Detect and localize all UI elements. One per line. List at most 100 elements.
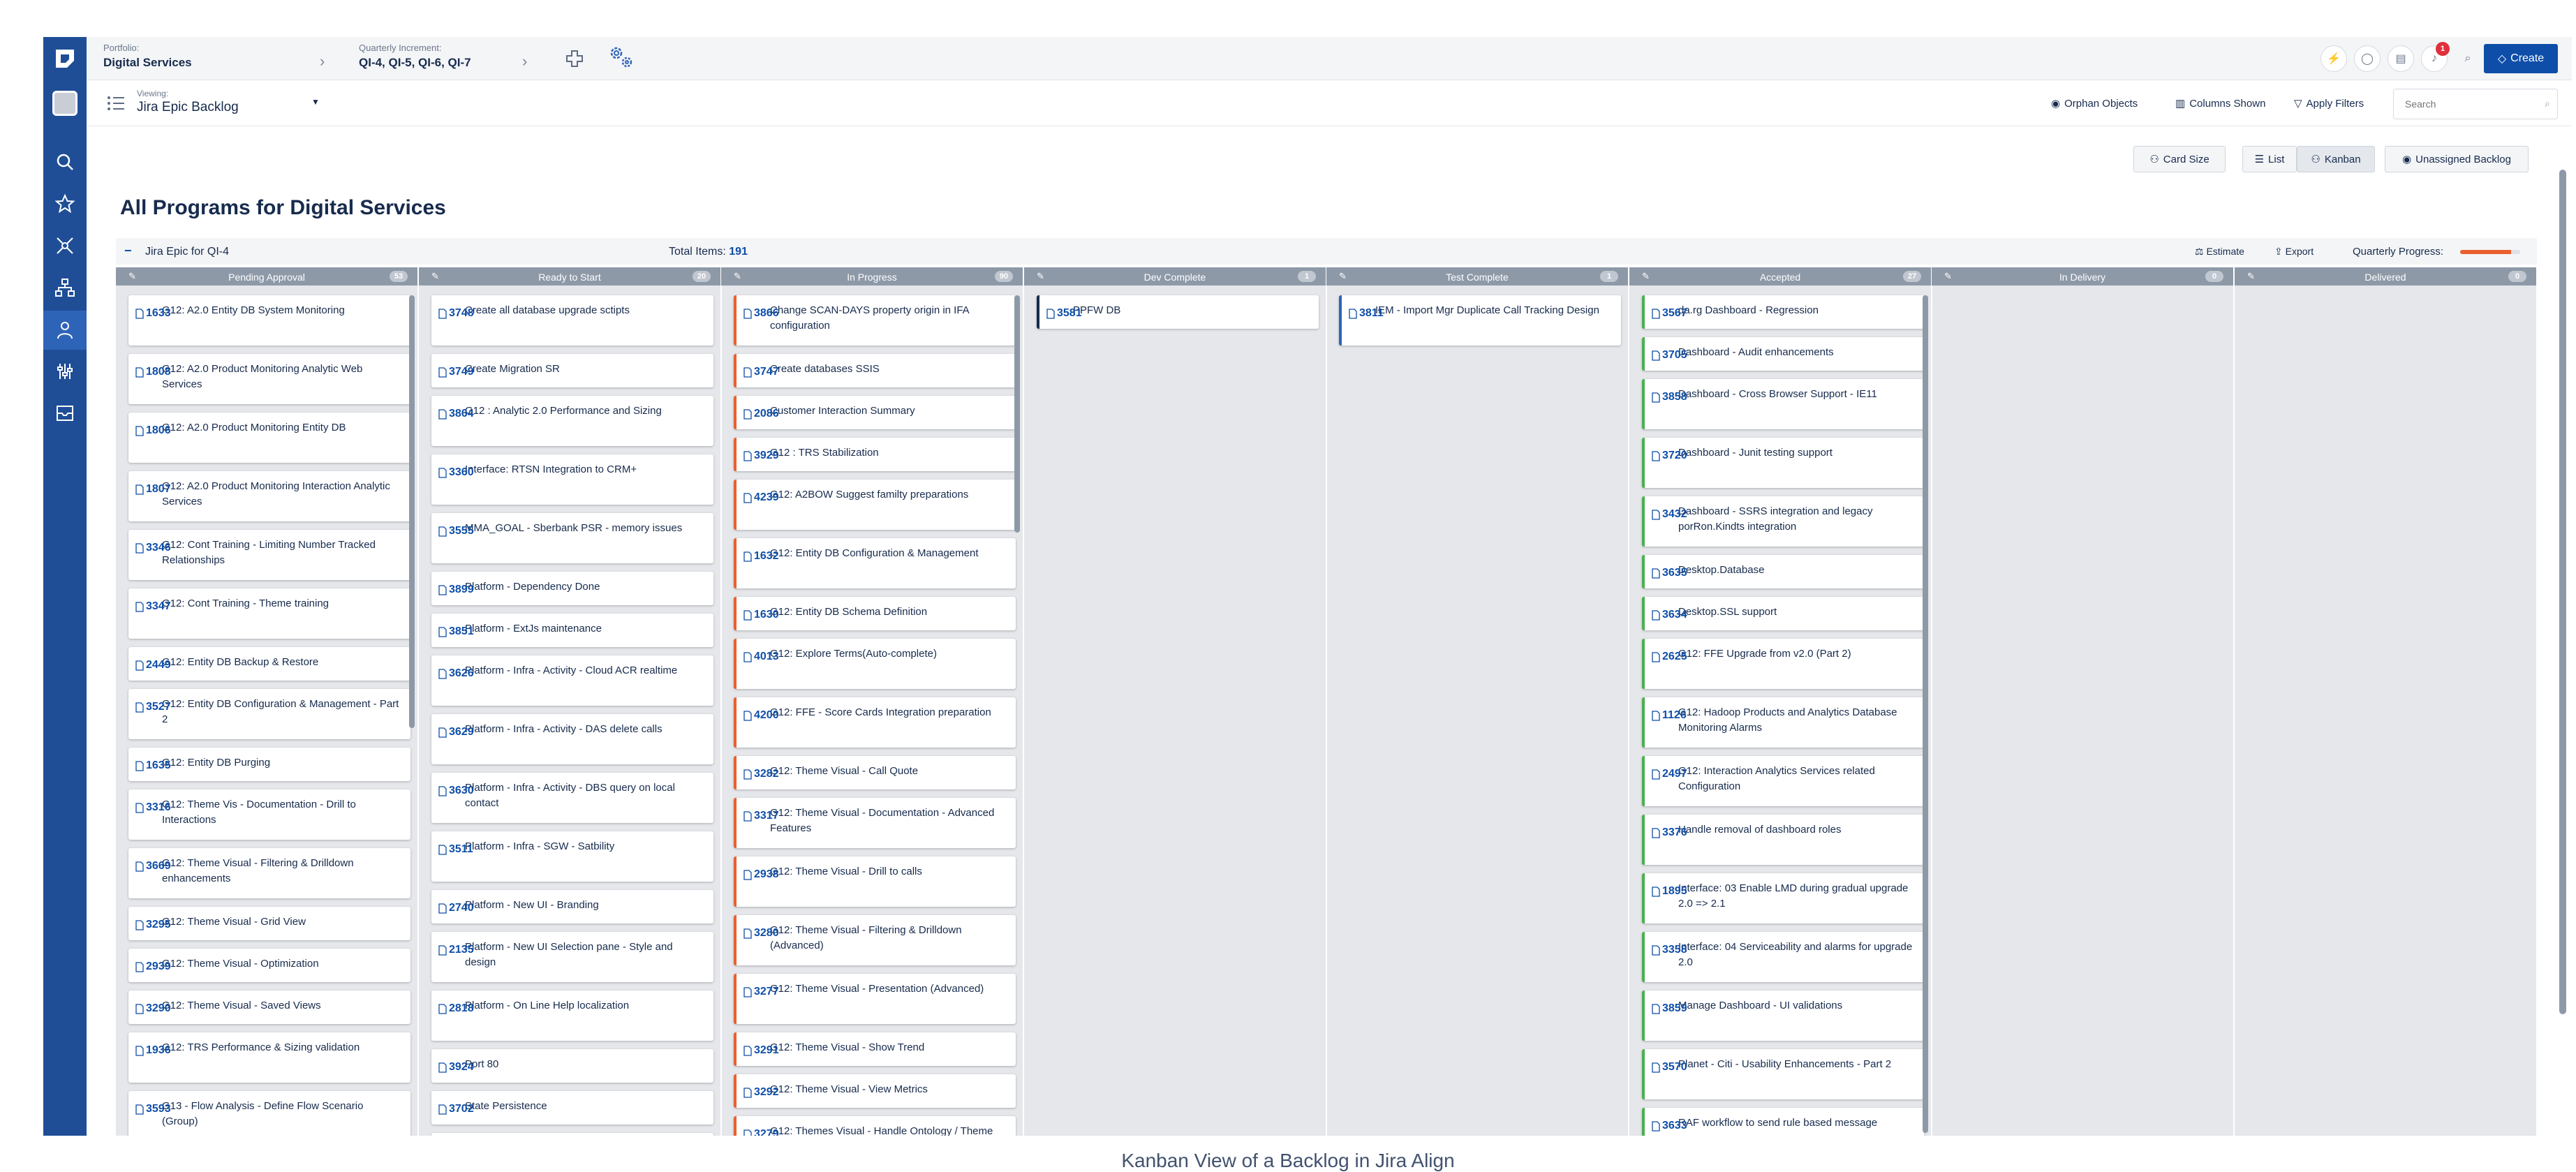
epic-card[interactable]: 3851 Platform - ExtJs maintenance	[431, 614, 713, 647]
epic-id-link[interactable]: 3555	[438, 524, 474, 539]
epic-card[interactable]: 3929 G12 : TRS Stabilization	[734, 438, 1016, 471]
epic-card[interactable]: 3316 G12: Theme Vis - Documentation - Dri…	[128, 789, 410, 840]
epic-id-link[interactable]: 3282	[743, 766, 779, 782]
epic-id-link[interactable]: 3929	[743, 448, 779, 463]
kanban-view-button[interactable]: ⚇ Kanban	[2297, 146, 2375, 172]
epic-id-link[interactable]: 3570	[1652, 1060, 1687, 1075]
epic-card[interactable]: 3866 Change SCAN-DAYS property origin in …	[734, 295, 1016, 346]
epic-id-link[interactable]: 2086	[743, 406, 779, 422]
epic-id-link[interactable]: 3851	[438, 624, 474, 639]
epic-card[interactable]: 2086 Customer Interaction Summary	[734, 396, 1016, 429]
inbox-icon[interactable]	[54, 403, 75, 424]
epic-card[interactable]: 3749 Create Migration SR	[431, 354, 713, 387]
caret-down-icon[interactable]: ▼	[311, 97, 320, 107]
epic-card[interactable]: 2497 G12: Interaction Analytics Services …	[1642, 756, 1924, 806]
epic-card[interactable]: 1936 G12: TRS Performance & Sizing valida…	[128, 1032, 410, 1083]
epic-card[interactable]: 3581 PPFW DB	[1037, 295, 1319, 329]
quarterly-increment-selector[interactable]: Quarterly Increment: QI-4, QI-5, QI-6, Q…	[359, 43, 471, 70]
epic-card[interactable]: 3669 G12: Theme Visual - Filtering & Dril…	[128, 848, 410, 898]
epic-id-link[interactable]: 2497	[1652, 766, 1687, 782]
search-icon[interactable]: ⌕	[2545, 98, 2550, 110]
epic-id-link[interactable]: 4013	[743, 649, 779, 665]
column-scrollbar[interactable]	[1923, 295, 1928, 1133]
epic-id-link[interactable]: 3581	[1046, 306, 1082, 321]
epic-id-link[interactable]: 3358	[1652, 942, 1687, 958]
epic-id-link[interactable]: 3720	[1652, 448, 1687, 463]
epic-id-link[interactable]: 3291	[743, 1043, 779, 1058]
epic-id-link[interactable]: 2939	[135, 959, 171, 974]
epic-card[interactable]: 3635 Desktop.Database	[1642, 555, 1924, 588]
epic-id-link[interactable]: 3316	[135, 800, 171, 815]
epic-card[interactable]: 1633 G12: A2.0 Entity DB System Monitorin…	[128, 295, 410, 346]
epic-card[interactable]: 3593 G13 - Flow Analysis - Define Flow Sc…	[128, 1091, 410, 1136]
epic-card[interactable]: 2449 G12: Entity DB Backup & Restore	[128, 647, 410, 681]
create-button[interactable]: ◇ Create	[2484, 44, 2558, 73]
epic-card[interactable]: 3720 Dashboard - Junit testing support	[1642, 438, 1924, 488]
search-icon[interactable]: ⌕	[2455, 45, 2481, 72]
epic-card[interactable]: 3347 G12: Cont Training - Theme training	[128, 588, 410, 639]
epic-card[interactable]: 3702 State Persistence	[431, 1091, 713, 1125]
epic-id-link[interactable]: 3634	[1652, 607, 1687, 623]
epic-id-link[interactable]: 3811	[1349, 306, 1384, 321]
epic-card[interactable]: 3570 Planet - Citi - Usability Enhancemen…	[1642, 1049, 1924, 1099]
epic-card[interactable]: 2938 G12: Theme Visual - Drill to calls	[734, 856, 1016, 907]
epic-card[interactable]: 1806 G12: A2.0 Product Monitoring Entity …	[128, 413, 410, 463]
epic-card[interactable]: 1632 G12: Entity DB Configuration & Manag…	[734, 538, 1016, 588]
column-scrollbar[interactable]	[409, 295, 415, 728]
viewing-dropdown[interactable]: Jira Epic Backlog	[137, 100, 239, 115]
hierarchy-icon[interactable]	[54, 277, 75, 298]
epic-id-link[interactable]: 3376	[1652, 825, 1687, 840]
epic-card[interactable]: 3859 Manage Dashboard - UI validations	[1642, 991, 1924, 1041]
epic-id-link[interactable]: 1633	[135, 306, 171, 321]
epic-card[interactable]: 3279 G12: Themes Visual - Handle Ontology…	[734, 1116, 1016, 1136]
epic-card[interactable]: 2939 G12: Theme Visual - Optimization	[128, 949, 410, 982]
orphan-objects-button[interactable]: ◉ Orphan Objects	[2051, 97, 2138, 110]
epic-id-link[interactable]: 4239	[743, 490, 779, 505]
epic-id-link[interactable]: 3567	[1652, 306, 1687, 321]
epic-id-link[interactable]: 2625	[1652, 649, 1687, 665]
portfolio-nav-item[interactable]	[43, 311, 87, 350]
estimate-button[interactable]: ⚖ Estimate	[2195, 246, 2244, 258]
epic-id-link[interactable]: 3859	[1652, 1001, 1687, 1016]
epic-card[interactable]: 1888UI: Ontology Tuning - Entities	[431, 1133, 713, 1136]
clipboard-icon[interactable]: ▤	[2388, 45, 2414, 72]
epic-id-link[interactable]: 3748	[438, 306, 474, 321]
portfolio-selector[interactable]: Portfolio: Digital Services	[103, 43, 192, 70]
column-scrollbar[interactable]	[1014, 295, 1020, 533]
user-icon[interactable]: ◯	[2354, 45, 2381, 72]
epic-card[interactable]: 3811 IEM - Import Mgr Duplicate Call Trac…	[1339, 295, 1621, 346]
epic-card[interactable]: 3748 Create all database upgrade sctipts	[431, 295, 713, 346]
epic-card[interactable]: 3705 Dashboard - Audit enhancements	[1642, 337, 1924, 371]
epic-id-link[interactable]: 3317	[743, 808, 779, 824]
epic-id-link[interactable]: 3511	[438, 842, 473, 857]
epic-id-link[interactable]: 3705	[1652, 348, 1687, 363]
epic-card[interactable]: 4200 G12: FFE - Score Cards Integration p…	[734, 697, 1016, 748]
epic-id-link[interactable]: 3277	[743, 984, 779, 1000]
epic-id-link[interactable]: 3292	[743, 1085, 779, 1100]
epic-id-link[interactable]: 1936	[135, 1043, 171, 1058]
epic-id-link[interactable]: 3866	[743, 306, 779, 321]
epic-id-link[interactable]: 1630	[743, 607, 779, 623]
epic-card[interactable]: 1635 G12: Entity DB Purging	[128, 748, 410, 781]
epic-id-link[interactable]: 3629	[438, 725, 474, 740]
epic-id-link[interactable]: 3279	[743, 1127, 779, 1136]
epic-card[interactable]: 2135 Platform - New UI Selection pane - S…	[431, 932, 713, 982]
epic-card[interactable]: 3292 G12: Theme Visual - View Metrics	[734, 1074, 1016, 1108]
epic-card[interactable]: 3346 G12: Cont Training - Limiting Number…	[128, 530, 410, 580]
epic-id-link[interactable]: 3280	[743, 926, 779, 941]
epic-id-link[interactable]: 3635	[1652, 565, 1687, 581]
epic-id-link[interactable]: 3702	[438, 1101, 474, 1117]
epic-id-link[interactable]: 3749	[438, 364, 474, 380]
epic-card[interactable]: 3282 G12: Theme Visual - Call Quote	[734, 756, 1016, 789]
page-scrollbar[interactable]	[2559, 170, 2566, 1014]
epic-id-link[interactable]: 4200	[743, 708, 779, 723]
epic-card[interactable]: 3864 G12 : Analytic 2.0 Performance and S…	[431, 396, 713, 446]
epic-id-link[interactable]: 3527	[135, 699, 171, 715]
epic-id-link[interactable]: 1895	[1652, 884, 1687, 899]
epic-id-link[interactable]: 3633	[1652, 1118, 1687, 1134]
epic-card[interactable]: 3527 G12: Entity DB Configuration & Manag…	[128, 689, 410, 739]
epic-card[interactable]: 3567 da.rg Dashboard - Regression	[1642, 295, 1924, 329]
epic-card[interactable]: 3630 Platform - Infra - Activity - DBS qu…	[431, 773, 713, 823]
epic-card[interactable]: 3280 G12: Theme Visual - Filtering & Dril…	[734, 915, 1016, 965]
epic-card[interactable]: 3511 Platform - Infra - SGW - Satbility	[431, 831, 713, 882]
